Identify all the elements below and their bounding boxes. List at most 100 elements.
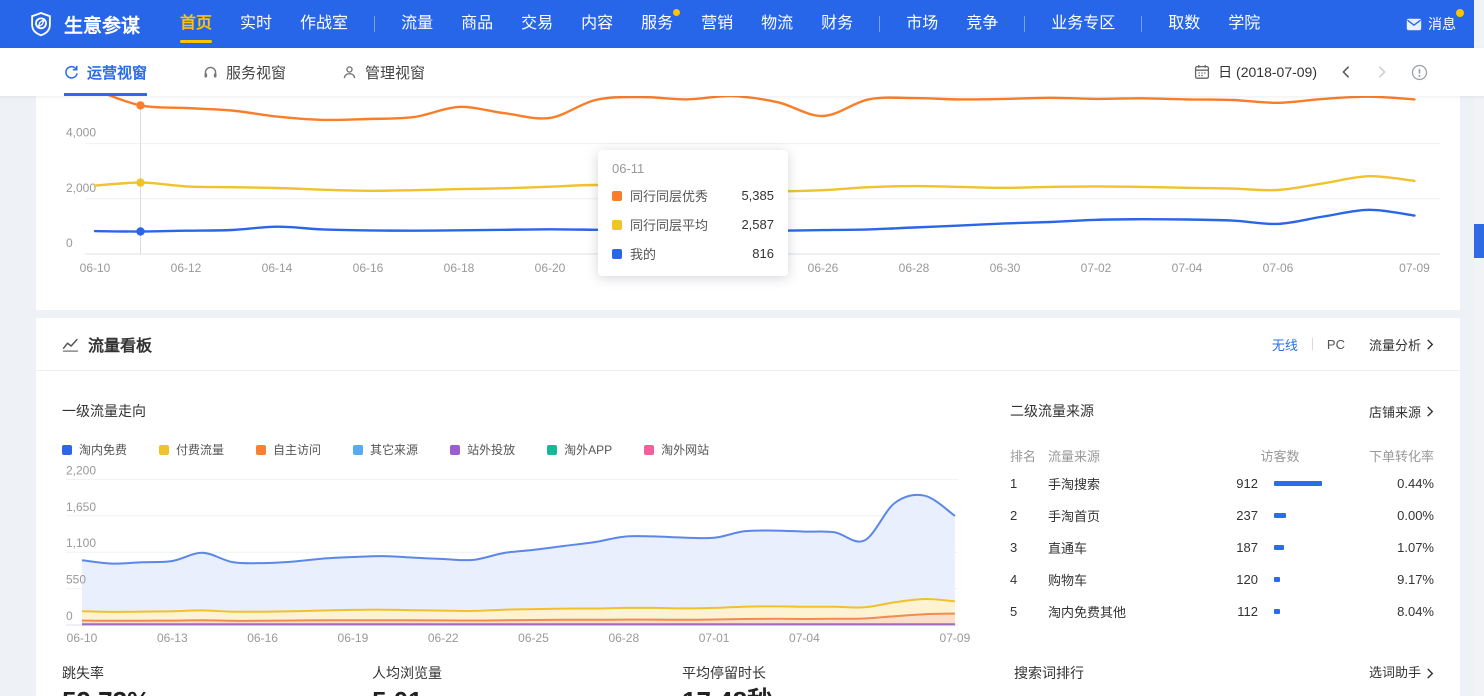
chevron-right-icon (1426, 339, 1434, 350)
date-controls: 日 (2018-07-09) (1194, 62, 1428, 82)
source-visitors: 187 (1194, 540, 1258, 555)
svg-text:06-12: 06-12 (171, 261, 202, 275)
notification-dot (673, 9, 680, 16)
date-picker[interactable]: 日 (2018-07-09) (1194, 62, 1317, 82)
metric-value: 17.48秒 (682, 686, 992, 696)
nav-menu: 首页实时作战室流量商品交易内容服务营销物流财务市场竞争 业务专区取数学院 (166, 0, 1274, 48)
source-visitors: 912 (1194, 476, 1258, 491)
metric-label: 跳失率 (62, 666, 372, 680)
shop-sources-label: 店铺来源 (1369, 402, 1421, 421)
nav-item-首页[interactable]: 首页 (166, 0, 226, 48)
nav-item-业务专区[interactable]: 业务专区 (1037, 0, 1129, 48)
person-icon (342, 65, 357, 80)
legend-item-淘外网站[interactable]: 淘外网站 (644, 441, 709, 458)
col-header-source: 流量来源 (1048, 446, 1210, 465)
tooltip-series-label: 同行同层优秀 (630, 186, 736, 205)
traffic-source-row[interactable]: 4购物车1209.17% (1010, 563, 1434, 595)
tab-运营视窗[interactable]: 运营视窗 (64, 48, 147, 96)
source-conversion: 9.17% (1350, 572, 1434, 587)
svg-text:06-28: 06-28 (608, 631, 639, 645)
toggle-wireless[interactable]: 无线 (1272, 335, 1298, 354)
svg-text:06-16: 06-16 (353, 261, 384, 275)
traffic-analysis-link[interactable]: 流量分析 (1369, 335, 1434, 354)
tooltip-series-label: 同行同层平均 (630, 215, 736, 234)
traffic-panel-body: 一级流量走向 淘内免费付费流量自主访问其它来源站外投放淘外APP淘外网站 055… (36, 371, 1460, 666)
brand-name: 生意参谋 (64, 11, 140, 38)
tab-服务视窗[interactable]: 服务视窗 (203, 48, 286, 96)
brand[interactable]: 生意参谋 (28, 11, 140, 38)
nav-item-财务[interactable]: 财务 (807, 0, 867, 48)
nav-item-label: 竞争 (966, 15, 998, 32)
svg-text:2,000: 2,000 (66, 181, 96, 195)
nav-item-作战室[interactable]: 作战室 (286, 0, 362, 48)
legend-label: 付费流量 (176, 441, 224, 458)
traffic-source-row[interactable]: 1手淘搜索9120.44% (1010, 467, 1434, 499)
svg-text:07-06: 07-06 (1263, 261, 1294, 275)
nav-item-服务[interactable]: 服务 (627, 0, 687, 48)
nav-item-市场[interactable]: 市场 (892, 0, 952, 48)
legend-item-付费流量[interactable]: 付费流量 (159, 441, 224, 458)
nav-item-label: 物流 (761, 15, 793, 32)
tooltip-row: 我的816 (612, 244, 774, 263)
legend-item-其它来源[interactable]: 其它来源 (353, 441, 418, 458)
svg-text:1,100: 1,100 (66, 536, 96, 550)
nav-item-竞争[interactable]: 竞争 (952, 0, 1012, 48)
nav-item-学院[interactable]: 学院 (1214, 0, 1274, 48)
nav-divider (374, 16, 375, 32)
nav-item-label: 服务 (641, 15, 673, 32)
source-rank: 5 (1010, 604, 1048, 619)
brand-logo-icon (28, 11, 54, 37)
traffic-dashboard-panel: 流量看板 无线 PC 流量分析 一级流量走向 淘内免费付费流量自主访问其它来源站… (36, 318, 1460, 696)
traffic-source-row[interactable]: 5淘内免费其他1128.04% (1010, 595, 1434, 627)
legend-item-自主访问[interactable]: 自主访问 (256, 441, 321, 458)
nav-item-取数[interactable]: 取数 (1154, 0, 1214, 48)
legend-label: 淘内免费 (79, 441, 127, 458)
info-icon[interactable] (1411, 64, 1428, 81)
nav-item-商品[interactable]: 商品 (447, 0, 507, 48)
legend-label: 自主访问 (273, 441, 321, 458)
area-chart-legend: 淘内免费 付费流量 自主访问 其它来源 站外投放 淘外APP 淘外网站 (62, 441, 966, 458)
col-header-rank: 排名 (1010, 446, 1048, 465)
prev-date-icon[interactable] (1339, 65, 1353, 79)
source-conversion: 8.04% (1350, 604, 1434, 619)
legend-item-淘内免费[interactable]: 淘内免费 (62, 441, 127, 458)
nav-item-实时[interactable]: 实时 (226, 0, 286, 48)
traffic-source-row[interactable]: 3直通车1871.07% (1010, 531, 1434, 563)
svg-text:06-18: 06-18 (444, 261, 475, 275)
legend-label: 淘外网站 (661, 441, 709, 458)
tooltip-date: 06-11 (612, 161, 774, 176)
legend-item-淘外APP[interactable]: 淘外APP (547, 441, 612, 458)
visitors-bar (1274, 513, 1286, 518)
source-rank: 4 (1010, 572, 1048, 587)
legend-swatch (450, 445, 460, 455)
svg-text:07-04: 07-04 (789, 631, 820, 645)
traffic-source-row[interactable]: 2手淘首页2370.00% (1010, 499, 1434, 531)
svg-text:06-16: 06-16 (247, 631, 278, 645)
legend-item-站外投放[interactable]: 站外投放 (450, 441, 515, 458)
view-tabs: 运营视窗 服务视窗 管理视窗 (64, 48, 481, 96)
source-name: 淘内免费其他 (1048, 602, 1194, 621)
nav-item-流量[interactable]: 流量 (387, 0, 447, 48)
nav-divider (1024, 16, 1025, 32)
visitors-bar (1274, 545, 1284, 550)
nav-item-物流[interactable]: 物流 (747, 0, 807, 48)
traffic-metrics-row: 跳失率59.73%人均浏览量5.01平均停留时长17.48秒 搜索词排行 选词助… (36, 666, 1460, 696)
nav-item-交易[interactable]: 交易 (507, 0, 567, 48)
svg-text:06-30: 06-30 (990, 261, 1021, 275)
nav-message[interactable]: 消息 (1406, 14, 1466, 34)
source-rank: 1 (1010, 476, 1048, 491)
page-scrollbar[interactable] (1474, 0, 1484, 696)
tab-管理视窗[interactable]: 管理视窗 (342, 48, 425, 96)
toggle-pc[interactable]: PC (1327, 337, 1345, 352)
traffic-area-chart[interactable]: 05501,1001,6502,20006-1006-1306-1606-190… (62, 464, 992, 654)
table-header-row: 排名流量来源访客数下单转化率 (1010, 443, 1434, 467)
chevron-right-icon (1426, 406, 1434, 417)
word-picker-link[interactable]: 选词助手 (1369, 666, 1434, 680)
scrollbar-thumb[interactable] (1474, 224, 1484, 258)
metric-label: 平均停留时长 (682, 666, 992, 680)
next-date-icon[interactable] (1375, 65, 1389, 79)
traffic-panel-controls: 无线 PC 流量分析 (1272, 335, 1434, 354)
nav-item-营销[interactable]: 营销 (687, 0, 747, 48)
nav-item-内容[interactable]: 内容 (567, 0, 627, 48)
shop-sources-link[interactable]: 店铺来源 (1369, 402, 1434, 421)
